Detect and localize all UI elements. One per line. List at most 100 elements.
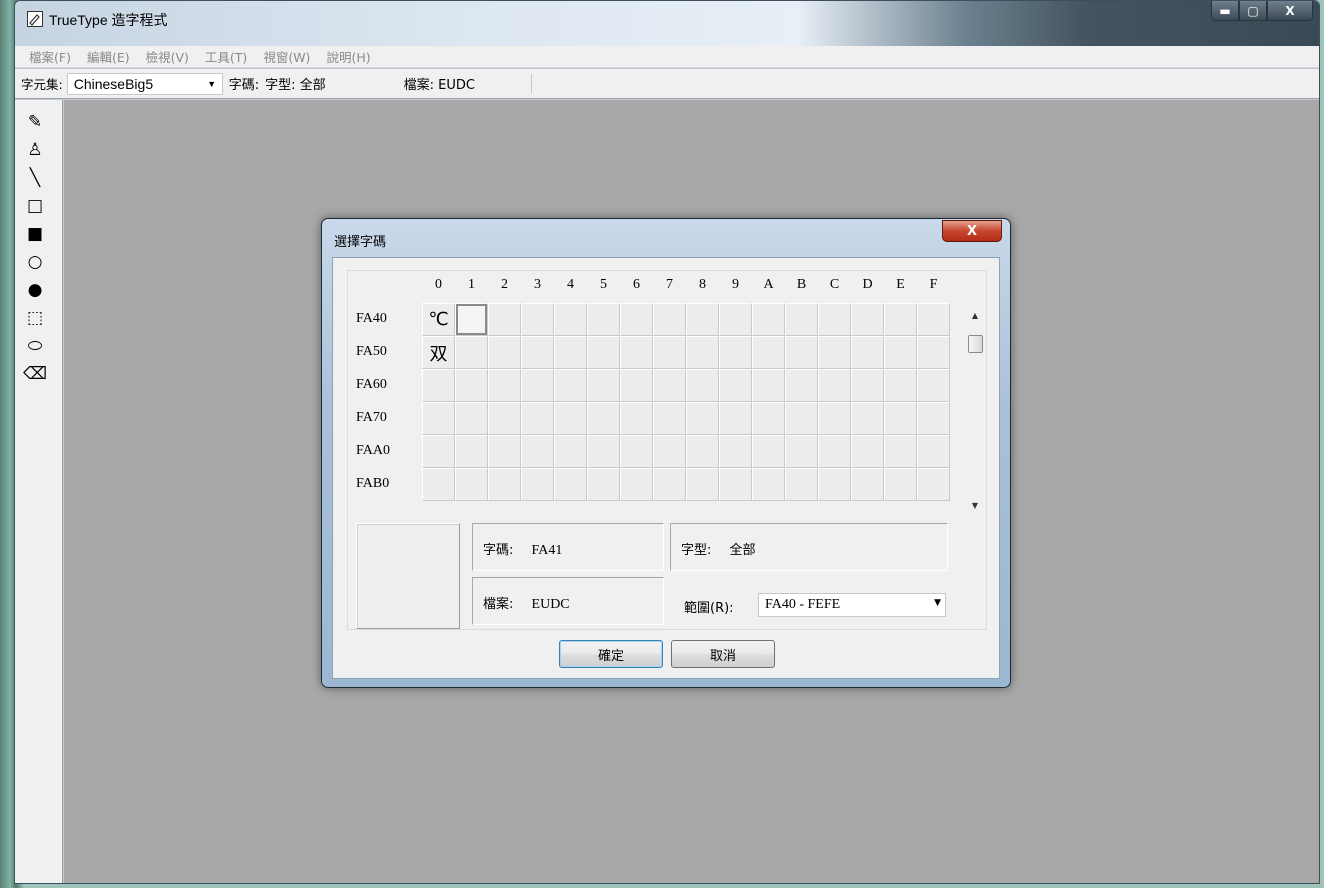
- code-cell[interactable]: [752, 303, 785, 336]
- brush-icon[interactable]: ♙: [23, 136, 47, 164]
- code-cell[interactable]: [521, 402, 554, 435]
- code-cell[interactable]: [752, 402, 785, 435]
- code-cell[interactable]: [620, 336, 653, 369]
- code-cell[interactable]: [455, 369, 488, 402]
- code-cell[interactable]: [785, 336, 818, 369]
- scroll-up-icon[interactable]: ▲: [966, 309, 984, 321]
- dialog-close-button[interactable]: X: [942, 220, 1002, 242]
- code-cell[interactable]: [422, 435, 455, 468]
- code-cell[interactable]: [620, 303, 653, 336]
- code-cell[interactable]: [818, 369, 851, 402]
- code-cell[interactable]: [752, 468, 785, 501]
- code-cell[interactable]: [884, 303, 917, 336]
- code-cell[interactable]: [587, 369, 620, 402]
- code-cell[interactable]: [488, 303, 521, 336]
- grid-scrollbar[interactable]: ▲ ▼: [966, 309, 984, 511]
- code-cell[interactable]: [422, 468, 455, 501]
- code-cell[interactable]: [488, 402, 521, 435]
- code-cell[interactable]: [719, 468, 752, 501]
- code-cell[interactable]: [818, 303, 851, 336]
- menu-view[interactable]: 檢視(V): [146, 47, 189, 66]
- code-cell[interactable]: [851, 402, 884, 435]
- code-cell[interactable]: [917, 303, 950, 336]
- code-cell[interactable]: [455, 336, 488, 369]
- code-cell[interactable]: [785, 369, 818, 402]
- code-cell[interactable]: [653, 468, 686, 501]
- code-cell[interactable]: [785, 402, 818, 435]
- menu-file[interactable]: 檔案(F): [29, 47, 71, 66]
- code-cell[interactable]: [686, 402, 719, 435]
- title-bar[interactable]: TrueType 造字程式 ▬ ▢ X: [15, 1, 1319, 46]
- code-cell[interactable]: [917, 468, 950, 501]
- code-cell[interactable]: [521, 369, 554, 402]
- line-icon[interactable]: ╲: [23, 164, 47, 192]
- code-cell[interactable]: [719, 369, 752, 402]
- code-cell[interactable]: [554, 468, 587, 501]
- code-cell[interactable]: [653, 402, 686, 435]
- code-cell[interactable]: [851, 303, 884, 336]
- code-cell[interactable]: [917, 402, 950, 435]
- code-cell[interactable]: [851, 369, 884, 402]
- code-cell[interactable]: [455, 303, 488, 336]
- maximize-button[interactable]: ▢: [1239, 1, 1267, 21]
- code-cell[interactable]: [455, 435, 488, 468]
- code-cell[interactable]: ℃: [422, 303, 455, 336]
- code-cell[interactable]: [587, 402, 620, 435]
- code-cell[interactable]: [653, 435, 686, 468]
- code-cell[interactable]: [521, 303, 554, 336]
- code-cell[interactable]: [488, 336, 521, 369]
- code-cell[interactable]: [917, 369, 950, 402]
- code-cell[interactable]: [686, 435, 719, 468]
- code-cell[interactable]: [653, 336, 686, 369]
- code-cell[interactable]: [818, 435, 851, 468]
- code-cell[interactable]: [884, 336, 917, 369]
- code-cell[interactable]: [686, 303, 719, 336]
- code-cell[interactable]: [752, 336, 785, 369]
- close-button[interactable]: X: [1267, 1, 1313, 21]
- code-cell[interactable]: [884, 468, 917, 501]
- charset-select[interactable]: ChineseBig5 ▼: [66, 72, 223, 95]
- code-cell[interactable]: [752, 435, 785, 468]
- menu-edit[interactable]: 編輯(E): [87, 47, 130, 66]
- code-cell[interactable]: [620, 369, 653, 402]
- code-cell[interactable]: [521, 336, 554, 369]
- filled-ellipse-icon[interactable]: ●: [23, 276, 47, 304]
- filled-rectangle-icon[interactable]: ■: [23, 220, 47, 248]
- code-cell[interactable]: [785, 303, 818, 336]
- chevron-down-icon[interactable]: ▼: [934, 598, 941, 608]
- code-cell[interactable]: 双: [422, 336, 455, 369]
- code-cell[interactable]: [554, 303, 587, 336]
- scroll-down-icon[interactable]: ▼: [966, 499, 984, 511]
- cancel-button[interactable]: 取消: [671, 640, 775, 668]
- code-cell[interactable]: [719, 336, 752, 369]
- chevron-down-icon[interactable]: ▼: [204, 76, 220, 92]
- code-cell[interactable]: [917, 435, 950, 468]
- code-cell[interactable]: [818, 336, 851, 369]
- code-cell[interactable]: [719, 303, 752, 336]
- code-cell[interactable]: [587, 336, 620, 369]
- code-cell[interactable]: [554, 435, 587, 468]
- code-cell[interactable]: [785, 468, 818, 501]
- code-cell[interactable]: [785, 435, 818, 468]
- code-cell[interactable]: [455, 402, 488, 435]
- code-cell[interactable]: [818, 402, 851, 435]
- code-cell[interactable]: [752, 369, 785, 402]
- code-cell[interactable]: [488, 435, 521, 468]
- code-cell[interactable]: [587, 435, 620, 468]
- code-cell[interactable]: [653, 369, 686, 402]
- ok-button[interactable]: 確定: [559, 640, 663, 668]
- hollow-ellipse-icon[interactable]: ○: [23, 248, 47, 276]
- code-cell[interactable]: [818, 468, 851, 501]
- code-cell[interactable]: [851, 468, 884, 501]
- code-cell[interactable]: [653, 303, 686, 336]
- code-cell[interactable]: [554, 336, 587, 369]
- code-cell[interactable]: [884, 402, 917, 435]
- code-cell[interactable]: [587, 468, 620, 501]
- eraser-icon[interactable]: ⌫: [23, 360, 47, 388]
- code-cell[interactable]: [686, 336, 719, 369]
- menu-window[interactable]: 視窗(W): [263, 47, 310, 66]
- menu-help[interactable]: 說明(H): [326, 47, 370, 66]
- code-cell[interactable]: [620, 435, 653, 468]
- code-cell[interactable]: [521, 435, 554, 468]
- code-cell[interactable]: [521, 468, 554, 501]
